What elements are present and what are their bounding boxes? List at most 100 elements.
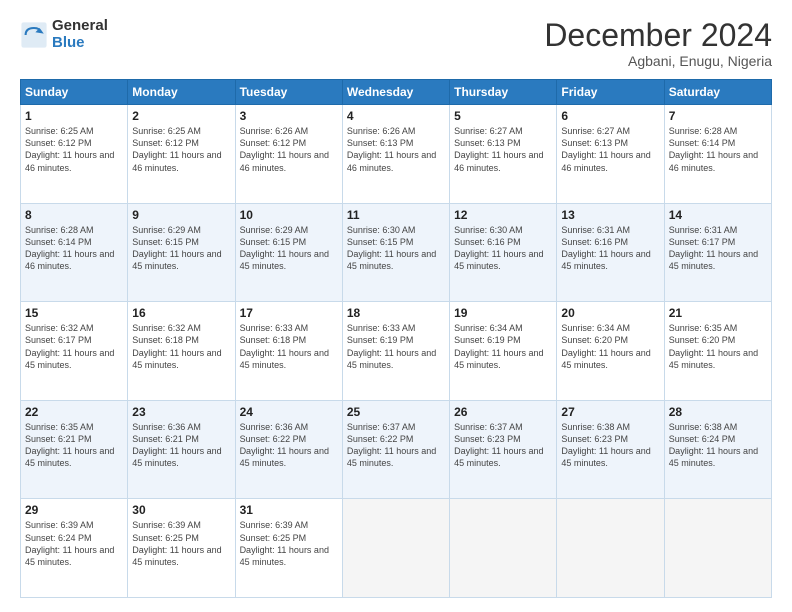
day-number: 30	[132, 503, 230, 517]
day-number: 8	[25, 208, 123, 222]
day-detail: Sunrise: 6:25 AMSunset: 6:12 PMDaylight:…	[25, 126, 114, 172]
calendar-cell: 11 Sunrise: 6:30 AMSunset: 6:15 PMDaylig…	[342, 203, 449, 302]
col-friday: Friday	[557, 80, 664, 105]
calendar-cell	[664, 499, 771, 598]
calendar-week-row: 29 Sunrise: 6:39 AMSunset: 6:24 PMDaylig…	[21, 499, 772, 598]
calendar: Sunday Monday Tuesday Wednesday Thursday…	[20, 79, 772, 598]
calendar-cell: 16 Sunrise: 6:32 AMSunset: 6:18 PMDaylig…	[128, 302, 235, 401]
day-detail: Sunrise: 6:26 AMSunset: 6:13 PMDaylight:…	[347, 126, 436, 172]
col-tuesday: Tuesday	[235, 80, 342, 105]
calendar-cell: 26 Sunrise: 6:37 AMSunset: 6:23 PMDaylig…	[450, 400, 557, 499]
calendar-cell: 13 Sunrise: 6:31 AMSunset: 6:16 PMDaylig…	[557, 203, 664, 302]
day-detail: Sunrise: 6:31 AMSunset: 6:17 PMDaylight:…	[669, 225, 758, 271]
logo-blue: Blue	[52, 35, 108, 52]
calendar-cell: 8 Sunrise: 6:28 AMSunset: 6:14 PMDayligh…	[21, 203, 128, 302]
subtitle: Agbani, Enugu, Nigeria	[544, 53, 772, 69]
day-detail: Sunrise: 6:29 AMSunset: 6:15 PMDaylight:…	[240, 225, 329, 271]
calendar-cell: 18 Sunrise: 6:33 AMSunset: 6:19 PMDaylig…	[342, 302, 449, 401]
calendar-week-row: 1 Sunrise: 6:25 AMSunset: 6:12 PMDayligh…	[21, 105, 772, 204]
title-block: December 2024 Agbani, Enugu, Nigeria	[544, 18, 772, 69]
day-detail: Sunrise: 6:33 AMSunset: 6:18 PMDaylight:…	[240, 323, 329, 369]
day-number: 3	[240, 109, 338, 123]
day-detail: Sunrise: 6:37 AMSunset: 6:23 PMDaylight:…	[454, 422, 543, 468]
day-detail: Sunrise: 6:39 AMSunset: 6:24 PMDaylight:…	[25, 520, 114, 566]
day-number: 11	[347, 208, 445, 222]
day-detail: Sunrise: 6:27 AMSunset: 6:13 PMDaylight:…	[454, 126, 543, 172]
day-number: 27	[561, 405, 659, 419]
calendar-cell: 29 Sunrise: 6:39 AMSunset: 6:24 PMDaylig…	[21, 499, 128, 598]
day-detail: Sunrise: 6:30 AMSunset: 6:15 PMDaylight:…	[347, 225, 436, 271]
calendar-cell: 5 Sunrise: 6:27 AMSunset: 6:13 PMDayligh…	[450, 105, 557, 204]
page: General Blue December 2024 Agbani, Enugu…	[0, 0, 792, 612]
day-number: 7	[669, 109, 767, 123]
day-number: 10	[240, 208, 338, 222]
logo-text: General Blue	[52, 18, 108, 51]
calendar-cell	[450, 499, 557, 598]
day-detail: Sunrise: 6:34 AMSunset: 6:20 PMDaylight:…	[561, 323, 650, 369]
calendar-cell: 19 Sunrise: 6:34 AMSunset: 6:19 PMDaylig…	[450, 302, 557, 401]
col-saturday: Saturday	[664, 80, 771, 105]
day-number: 20	[561, 306, 659, 320]
day-detail: Sunrise: 6:31 AMSunset: 6:16 PMDaylight:…	[561, 225, 650, 271]
day-number: 6	[561, 109, 659, 123]
col-monday: Monday	[128, 80, 235, 105]
calendar-cell	[557, 499, 664, 598]
calendar-cell: 1 Sunrise: 6:25 AMSunset: 6:12 PMDayligh…	[21, 105, 128, 204]
day-detail: Sunrise: 6:29 AMSunset: 6:15 PMDaylight:…	[132, 225, 221, 271]
calendar-cell: 27 Sunrise: 6:38 AMSunset: 6:23 PMDaylig…	[557, 400, 664, 499]
day-detail: Sunrise: 6:38 AMSunset: 6:23 PMDaylight:…	[561, 422, 650, 468]
day-number: 18	[347, 306, 445, 320]
calendar-header-row: Sunday Monday Tuesday Wednesday Thursday…	[21, 80, 772, 105]
day-number: 4	[347, 109, 445, 123]
day-number: 15	[25, 306, 123, 320]
day-number: 29	[25, 503, 123, 517]
calendar-week-row: 22 Sunrise: 6:35 AMSunset: 6:21 PMDaylig…	[21, 400, 772, 499]
calendar-cell: 14 Sunrise: 6:31 AMSunset: 6:17 PMDaylig…	[664, 203, 771, 302]
calendar-cell: 2 Sunrise: 6:25 AMSunset: 6:12 PMDayligh…	[128, 105, 235, 204]
day-number: 25	[347, 405, 445, 419]
day-number: 13	[561, 208, 659, 222]
day-detail: Sunrise: 6:37 AMSunset: 6:22 PMDaylight:…	[347, 422, 436, 468]
day-number: 17	[240, 306, 338, 320]
calendar-cell: 21 Sunrise: 6:35 AMSunset: 6:20 PMDaylig…	[664, 302, 771, 401]
day-detail: Sunrise: 6:38 AMSunset: 6:24 PMDaylight:…	[669, 422, 758, 468]
day-detail: Sunrise: 6:35 AMSunset: 6:21 PMDaylight:…	[25, 422, 114, 468]
col-wednesday: Wednesday	[342, 80, 449, 105]
day-detail: Sunrise: 6:25 AMSunset: 6:12 PMDaylight:…	[132, 126, 221, 172]
main-title: December 2024	[544, 18, 772, 53]
day-detail: Sunrise: 6:36 AMSunset: 6:22 PMDaylight:…	[240, 422, 329, 468]
calendar-cell: 23 Sunrise: 6:36 AMSunset: 6:21 PMDaylig…	[128, 400, 235, 499]
day-detail: Sunrise: 6:27 AMSunset: 6:13 PMDaylight:…	[561, 126, 650, 172]
day-detail: Sunrise: 6:39 AMSunset: 6:25 PMDaylight:…	[132, 520, 221, 566]
day-detail: Sunrise: 6:32 AMSunset: 6:18 PMDaylight:…	[132, 323, 221, 369]
day-number: 21	[669, 306, 767, 320]
calendar-cell: 9 Sunrise: 6:29 AMSunset: 6:15 PMDayligh…	[128, 203, 235, 302]
day-number: 22	[25, 405, 123, 419]
calendar-cell: 4 Sunrise: 6:26 AMSunset: 6:13 PMDayligh…	[342, 105, 449, 204]
day-number: 9	[132, 208, 230, 222]
day-number: 1	[25, 109, 123, 123]
day-number: 5	[454, 109, 552, 123]
day-number: 2	[132, 109, 230, 123]
day-detail: Sunrise: 6:36 AMSunset: 6:21 PMDaylight:…	[132, 422, 221, 468]
day-detail: Sunrise: 6:32 AMSunset: 6:17 PMDaylight:…	[25, 323, 114, 369]
logo: General Blue	[20, 18, 108, 51]
calendar-cell	[342, 499, 449, 598]
day-number: 31	[240, 503, 338, 517]
calendar-cell: 10 Sunrise: 6:29 AMSunset: 6:15 PMDaylig…	[235, 203, 342, 302]
day-number: 23	[132, 405, 230, 419]
calendar-cell: 28 Sunrise: 6:38 AMSunset: 6:24 PMDaylig…	[664, 400, 771, 499]
calendar-cell: 22 Sunrise: 6:35 AMSunset: 6:21 PMDaylig…	[21, 400, 128, 499]
day-number: 19	[454, 306, 552, 320]
col-thursday: Thursday	[450, 80, 557, 105]
calendar-cell: 20 Sunrise: 6:34 AMSunset: 6:20 PMDaylig…	[557, 302, 664, 401]
day-detail: Sunrise: 6:34 AMSunset: 6:19 PMDaylight:…	[454, 323, 543, 369]
logo-icon	[20, 21, 48, 49]
calendar-cell: 12 Sunrise: 6:30 AMSunset: 6:16 PMDaylig…	[450, 203, 557, 302]
logo-general: General	[52, 18, 108, 35]
calendar-cell: 30 Sunrise: 6:39 AMSunset: 6:25 PMDaylig…	[128, 499, 235, 598]
col-sunday: Sunday	[21, 80, 128, 105]
calendar-week-row: 8 Sunrise: 6:28 AMSunset: 6:14 PMDayligh…	[21, 203, 772, 302]
day-detail: Sunrise: 6:35 AMSunset: 6:20 PMDaylight:…	[669, 323, 758, 369]
calendar-cell: 6 Sunrise: 6:27 AMSunset: 6:13 PMDayligh…	[557, 105, 664, 204]
